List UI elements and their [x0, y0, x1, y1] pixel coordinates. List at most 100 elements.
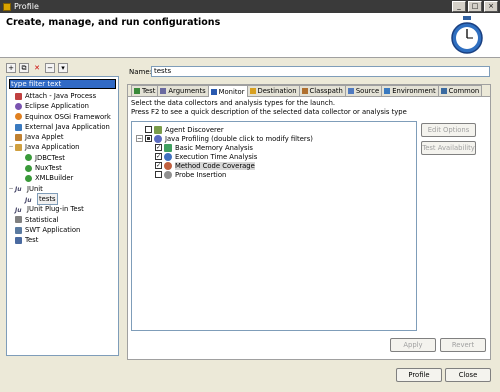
- test-icon: [15, 236, 22, 244]
- duplicate-config-icon[interactable]: ⧉: [19, 63, 29, 73]
- collector-row[interactable]: ✓ Method Code Coverage: [155, 161, 255, 170]
- java-app-icon: [15, 144, 22, 152]
- config-item-label: JUnit Plug-in Test: [27, 205, 84, 214]
- config-item-label: Statistical: [25, 215, 59, 224]
- dialog-header: Create, manage, and run configurations: [0, 13, 500, 58]
- name-field[interactable]: tests: [151, 66, 490, 77]
- test-availability-button[interactable]: Test Availability: [421, 141, 476, 155]
- new-config-icon[interactable]: +: [6, 63, 16, 73]
- tab-classpath[interactable]: Classpath: [298, 85, 346, 96]
- config-item-label: Equinox OSGi Framework: [25, 112, 111, 121]
- config-item[interactable]: NuxTest: [7, 163, 118, 173]
- config-item[interactable]: Java Applet: [7, 132, 118, 142]
- collector-row[interactable]: −Agent Discoverer: [136, 125, 224, 134]
- config-item[interactable]: − Java Application: [7, 142, 118, 152]
- config-item[interactable]: Statistical: [7, 215, 118, 225]
- config-item[interactable]: Eclipse Application: [7, 101, 118, 111]
- collector-checkbox[interactable]: ✓: [155, 144, 162, 151]
- config-item[interactable]: − Ju JUnit: [7, 184, 118, 194]
- close-button[interactable]: Close: [445, 368, 491, 382]
- collector-row[interactable]: ✓ Basic Memory Analysis: [155, 143, 253, 152]
- collector-row[interactable]: − Java Profiling (double click to modify …: [136, 134, 313, 143]
- tab-arguments[interactable]: Arguments: [157, 85, 209, 96]
- config-item[interactable]: Ju JUnit Plug-in Test: [7, 204, 118, 214]
- delete-config-icon[interactable]: ✕: [32, 63, 42, 73]
- config-item-label: Java Application: [25, 143, 80, 152]
- config-item[interactable]: SWT Application: [7, 225, 118, 235]
- tab-label: Test: [142, 87, 156, 95]
- app-icon: [3, 2, 11, 11]
- folder-icon: [249, 88, 256, 94]
- time-icon: [164, 152, 172, 161]
- config-item[interactable]: XMLBuilder: [7, 173, 118, 183]
- config-item[interactable]: JDBCTest: [7, 153, 118, 163]
- config-item-label: Attach - Java Process: [25, 92, 97, 100]
- expand-icon[interactable]: −: [136, 135, 143, 142]
- collector-checkbox[interactable]: ✓: [155, 153, 162, 160]
- config-item[interactable]: External Java Application: [7, 122, 118, 132]
- collapse-all-icon[interactable]: −: [45, 63, 55, 73]
- tab-environment[interactable]: Environment: [381, 85, 439, 96]
- config-item[interactable]: Equinox OSGi Framework: [7, 112, 118, 122]
- close-window-button[interactable]: ×: [484, 1, 498, 12]
- collector-label: Probe Insertion: [175, 170, 227, 179]
- equinox-icon: [15, 113, 22, 121]
- filter-input[interactable]: [9, 79, 116, 89]
- config-item-label: Java Applet: [25, 133, 64, 142]
- filter-menu-icon[interactable]: ▾: [58, 63, 68, 73]
- window-title: Profile: [14, 2, 39, 11]
- collector-checkbox[interactable]: [145, 126, 152, 133]
- class-icon: [25, 175, 32, 183]
- profile-button[interactable]: Profile: [396, 368, 442, 382]
- collector-checkbox[interactable]: [145, 135, 152, 142]
- config-item[interactable]: Attach - Java Process: [7, 91, 118, 101]
- minimize-button[interactable]: _: [452, 1, 466, 12]
- config-item-label: SWT Application: [25, 225, 81, 234]
- config-item-label: External Java Application: [25, 122, 110, 131]
- config-item[interactable]: Test: [7, 235, 118, 245]
- config-item-label: Test: [25, 236, 39, 245]
- collapse-icon[interactable]: −: [7, 142, 15, 152]
- swt-icon: [15, 226, 22, 234]
- maximize-button[interactable]: □: [468, 1, 482, 12]
- collector-label: Java Profiling (double click to modify f…: [165, 134, 313, 143]
- collapse-icon[interactable]: −: [7, 184, 15, 194]
- probe-icon: [164, 170, 172, 179]
- tab-label: Environment: [392, 87, 436, 95]
- tab-label: Destination: [257, 87, 297, 95]
- config-item-label: NuxTest: [35, 164, 62, 173]
- collector-row[interactable]: ✓ Execution Time Analysis: [155, 152, 257, 161]
- edit-options-button[interactable]: Edit Options: [421, 123, 476, 137]
- tab-source[interactable]: Source: [344, 85, 383, 96]
- environment-icon: [384, 88, 391, 94]
- collector-row[interactable]: Probe Insertion: [155, 170, 226, 179]
- tab-common[interactable]: Common: [437, 85, 483, 96]
- collector-label: Execution Time Analysis: [175, 152, 258, 161]
- tab-test[interactable]: Test: [131, 85, 159, 96]
- collector-label: Agent Discoverer: [165, 125, 224, 134]
- config-toolbar: + ⧉ ✕ − ▾: [6, 62, 68, 74]
- config-item-label: XMLBuilder: [35, 174, 74, 183]
- tab-destination[interactable]: Destination: [246, 85, 300, 96]
- config-item[interactable]: Ju tests: [7, 192, 118, 206]
- class-icon: [25, 154, 32, 162]
- collector-checkbox[interactable]: ✓: [155, 162, 162, 169]
- config-tabs: Test Arguments Monitor Destination Classpath…: [131, 85, 483, 97]
- monitor-icon: [210, 88, 217, 95]
- statistical-icon: [15, 216, 22, 224]
- tab-label: Source: [355, 87, 380, 95]
- class-icon: [25, 164, 32, 172]
- tab-label: Monitor: [218, 87, 245, 96]
- collector-checkbox[interactable]: [155, 171, 162, 178]
- collector-label: Basic Memory Analysis: [175, 143, 253, 152]
- stopwatch-icon: [451, 16, 483, 54]
- revert-button[interactable]: Revert: [440, 338, 486, 352]
- tab-label: Common: [448, 87, 480, 95]
- attach-icon: [15, 92, 22, 100]
- collector-tree: −Agent Discoverer− Java Profiling (double…: [131, 121, 417, 331]
- junit-icon: Ju: [15, 186, 22, 194]
- window-titlebar: Profile _ □ ×: [0, 0, 500, 13]
- apply-button[interactable]: Apply: [390, 338, 436, 352]
- tab-monitor[interactable]: Monitor: [207, 85, 248, 97]
- test-tab-icon: [134, 88, 140, 94]
